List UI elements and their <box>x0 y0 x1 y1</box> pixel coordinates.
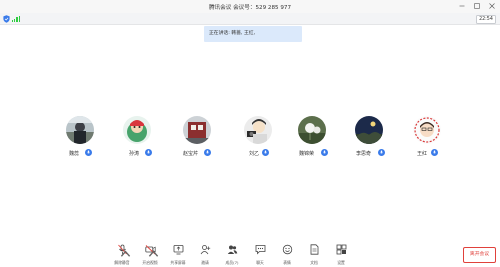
participant-name: 王红 <box>417 151 428 157</box>
meeting-title: 腾讯会议 会议号：529 285 977 <box>208 4 292 11</box>
members-button[interactable]: 成员(7) <box>218 243 246 267</box>
meeting-toolbar: 解除静音 开启视频 共享屏幕 邀请 成员(7) 聊天 表情 文档 设置 <box>0 241 500 267</box>
window-controls <box>458 2 496 10</box>
participant-tile[interactable]: 魏锦荣 <box>287 116 337 166</box>
chevron-up-icon <box>120 250 131 257</box>
invite-button[interactable]: 邀请 <box>191 243 219 267</box>
maximize-button[interactable] <box>473 2 481 10</box>
emoji-button[interactable]: 表情 <box>273 243 301 267</box>
status-bar: 22:54 <box>0 13 500 25</box>
participant-tile[interactable]: 赵宝芹 <box>172 116 222 166</box>
avatar <box>183 116 211 144</box>
avatar <box>66 116 94 144</box>
start-video-button[interactable]: 开启视频 <box>136 243 164 267</box>
minimize-button[interactable] <box>458 2 466 10</box>
video-off-icon <box>144 243 159 257</box>
leave-meeting-button[interactable]: 离开会议 <box>463 247 496 263</box>
network-signal-icon[interactable] <box>12 16 20 22</box>
participant-tile[interactable]: 孙涛 <box>112 116 162 166</box>
participant-name: 魏蕊 <box>69 151 80 157</box>
chat-icon <box>254 243 266 255</box>
emoji-icon <box>281 243 293 255</box>
shield-icon[interactable] <box>3 15 10 23</box>
mic-icon <box>378 149 385 156</box>
avatar <box>244 116 272 144</box>
avatar <box>123 116 151 144</box>
document-icon <box>308 243 320 255</box>
minimize-icon <box>459 5 465 7</box>
avatar <box>355 116 383 144</box>
chat-button[interactable]: 聊天 <box>246 243 274 267</box>
invite-icon <box>199 243 211 255</box>
mic-icon <box>204 149 211 156</box>
participant-tile[interactable]: 刘乙 <box>233 116 283 166</box>
screen-share-icon <box>172 243 184 255</box>
mic-muted-icon <box>116 243 131 257</box>
share-screen-button[interactable]: 共享屏幕 <box>164 243 192 267</box>
participant-name: 孙涛 <box>129 151 140 157</box>
participant-name: 魏锦荣 <box>299 151 315 157</box>
speaking-notice: 正在讲话: 韩蔷, 王红, <box>204 26 302 42</box>
avatar <box>413 116 441 144</box>
title-bar: 腾讯会议 会议号：529 285 977 <box>0 0 500 13</box>
participant-tile[interactable]: 王红 <box>402 116 452 166</box>
meeting-clock: 22:54 <box>476 14 496 24</box>
participant-name: 李思奇 <box>356 151 372 157</box>
maximize-icon <box>474 3 480 9</box>
close-button[interactable] <box>488 2 496 10</box>
settings-icon <box>335 243 347 255</box>
avatar <box>298 116 326 144</box>
mic-icon <box>145 149 152 156</box>
mic-icon <box>431 149 438 156</box>
mic-icon <box>85 149 92 156</box>
participant-tile[interactable]: 李思奇 <box>344 116 394 166</box>
participant-name: 赵宝芹 <box>183 151 199 157</box>
mic-icon <box>262 149 269 156</box>
unmute-button[interactable]: 解除静音 <box>108 243 136 267</box>
participant-grid: 魏蕊 孙涛 赵宝芹 刘乙 魏锦荣 李思奇 王红 <box>0 116 500 166</box>
members-icon <box>226 243 238 255</box>
participant-name: 刘乙 <box>249 151 260 157</box>
document-button[interactable]: 文档 <box>300 243 328 267</box>
participant-tile[interactable]: 魏蕊 <box>55 116 105 166</box>
settings-button[interactable]: 设置 <box>327 243 355 267</box>
mic-icon <box>321 149 328 156</box>
chevron-up-icon <box>148 250 159 257</box>
close-icon <box>489 3 495 9</box>
